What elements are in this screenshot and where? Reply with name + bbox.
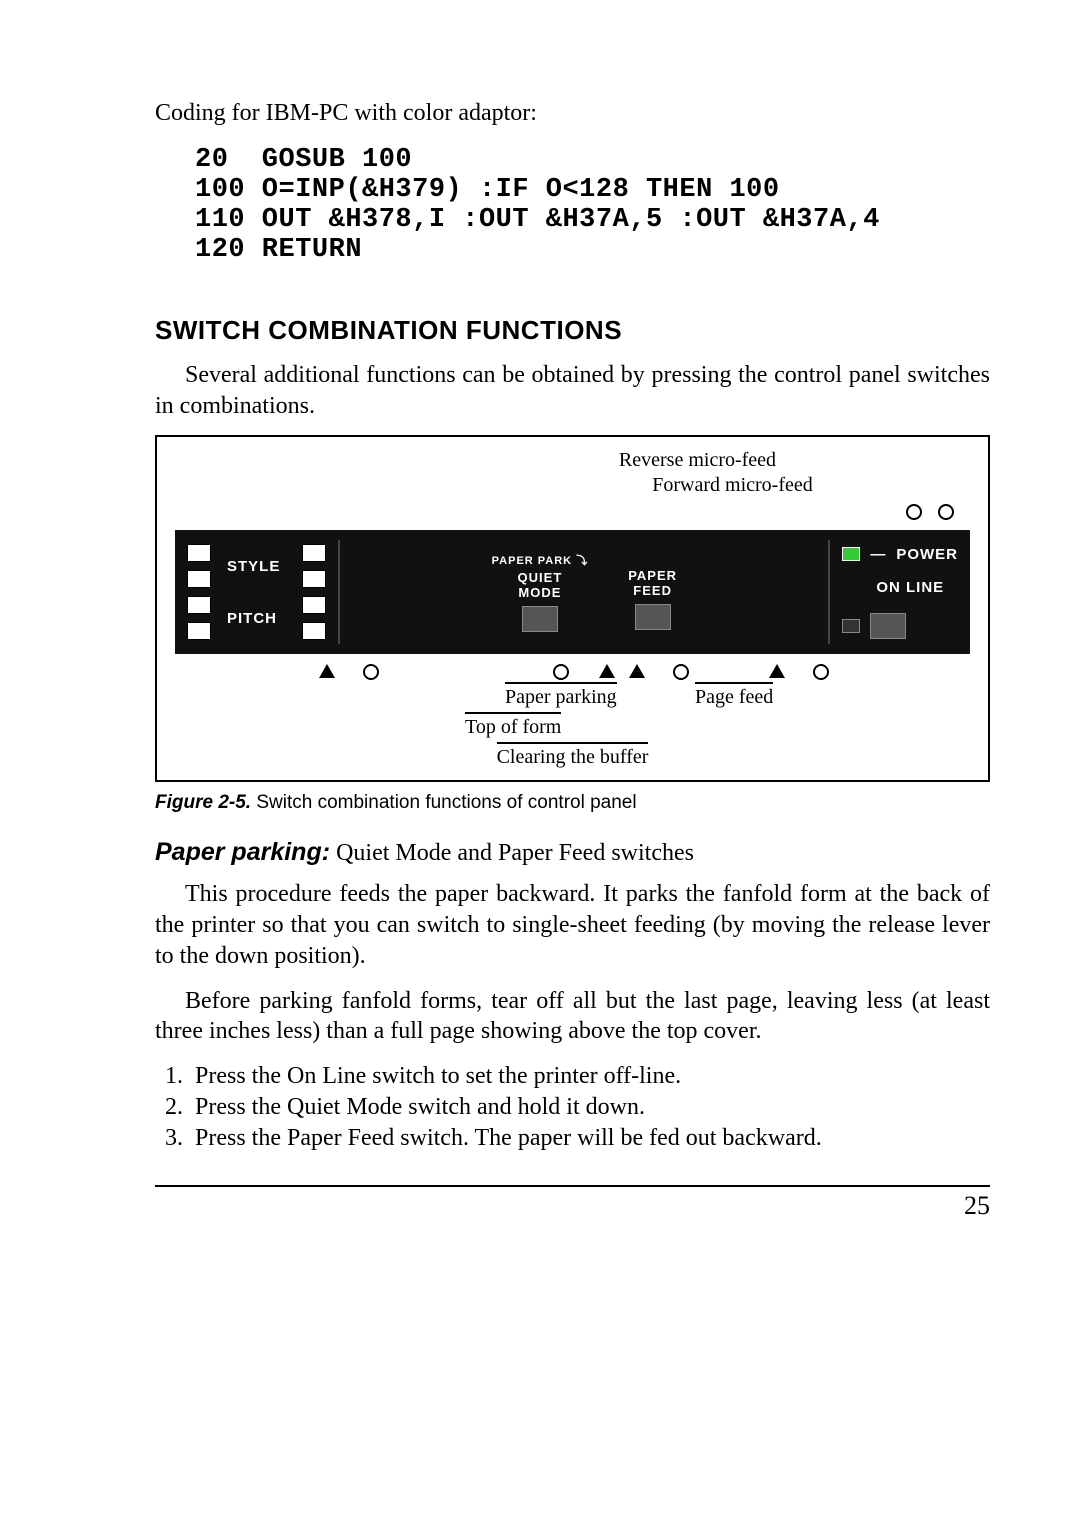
section-heading: SWITCH COMBINATION FUNCTIONS	[155, 315, 990, 346]
led-icon	[302, 596, 326, 614]
led-icon	[187, 544, 211, 562]
step-item: Press the On Line switch to set the prin…	[189, 1061, 990, 1092]
led-icon	[302, 570, 326, 588]
online-led-icon	[842, 619, 860, 633]
quiet-mode-group: PAPER PARK ⤵ QUIET MODE	[492, 552, 589, 632]
led-icon	[302, 544, 326, 562]
power-label: POWER	[896, 546, 958, 563]
code-block: 20 GOSUB 100 100 O=INP(&H379) :IF O<128 …	[195, 145, 990, 265]
pitch-label: PITCH	[227, 610, 280, 627]
led-icon	[187, 596, 211, 614]
steps-list: Press the On Line switch to set the prin…	[155, 1061, 990, 1155]
control-panel: STYLE PITCH PAPER PARK ⤵ QUIET MODE PA	[175, 530, 970, 654]
led-icon	[302, 622, 326, 640]
figure-2-5: Reverse micro-feed Forward micro-feed ST…	[155, 435, 990, 782]
led-icon	[187, 570, 211, 588]
paper-feed-key-icon	[635, 604, 671, 630]
figure-caption: Figure 2-5. Switch combination functions…	[155, 792, 990, 814]
forward-microfeed-label: Forward micro-feed	[495, 474, 970, 497]
intro-text: Coding for IBM-PC with color adaptor:	[155, 100, 990, 127]
page-feed-label: Page feed	[695, 682, 773, 708]
paper-parking-heading: Paper parking: Quiet Mode and Paper Feed…	[155, 838, 990, 867]
quiet-mode-key-icon	[522, 606, 558, 632]
paper-feed-group: PAPER FEED	[628, 554, 677, 630]
paper-parking-para-1: This procedure feeds the paper backward.…	[155, 879, 990, 971]
page-number: 25	[155, 1191, 990, 1221]
online-key-icon	[870, 613, 906, 639]
clearing-buffer-label: Clearing the buffer	[497, 742, 649, 768]
reverse-microfeed-label: Reverse micro-feed	[425, 449, 970, 472]
step-item: Press the Quiet Mode switch and hold it …	[189, 1092, 990, 1123]
paper-parking-para-2: Before parking fanfold forms, tear off a…	[155, 986, 990, 1047]
step-item: Press the Paper Feed switch. The paper w…	[189, 1123, 990, 1154]
online-label: ON LINE	[876, 579, 944, 596]
footer-rule	[155, 1185, 990, 1187]
section-intro-para: Several additional functions can be obta…	[155, 360, 990, 421]
power-led-icon	[842, 547, 860, 561]
paper-park-caption: PAPER PARK ⤵	[492, 552, 589, 568]
led-icon	[187, 622, 211, 640]
top-of-form-label: Top of form	[465, 712, 561, 738]
style-label: STYLE	[227, 558, 280, 575]
paper-parking-label: Paper parking	[505, 682, 617, 708]
